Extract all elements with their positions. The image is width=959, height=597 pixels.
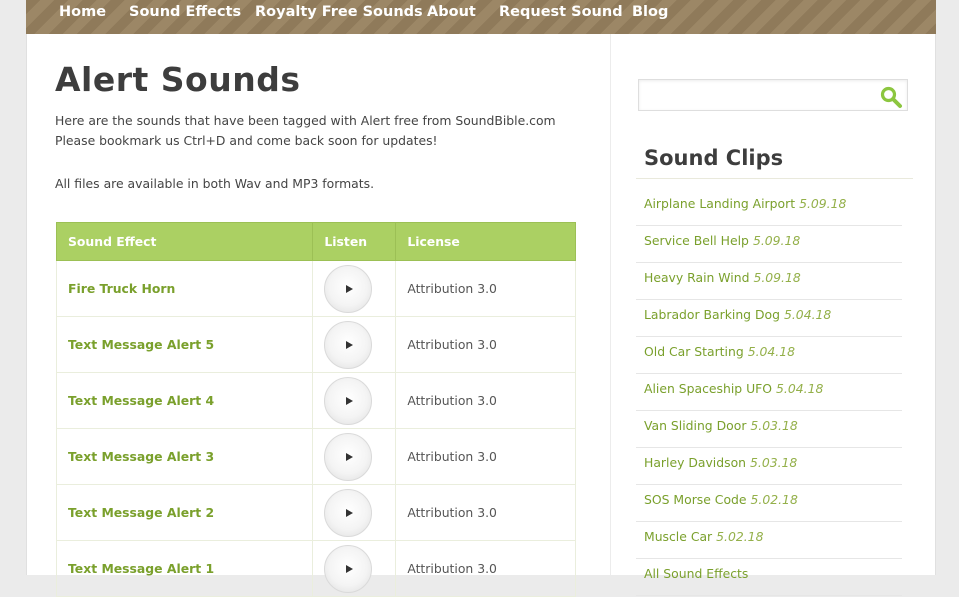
nav-request-sound-link[interactable]: Request Sound bbox=[499, 4, 623, 20]
clip-link[interactable]: Van Sliding Door bbox=[644, 418, 746, 433]
clip-date: 5.04.18 bbox=[747, 344, 796, 359]
license-cell: Attribution 3.0 bbox=[395, 372, 576, 429]
clip-link[interactable]: Service Bell Help bbox=[644, 233, 749, 248]
listen-cell bbox=[312, 428, 397, 485]
list-item: Old Car Starting 5.04.18 bbox=[636, 337, 902, 374]
play-icon bbox=[346, 508, 354, 517]
play-icon bbox=[346, 396, 354, 405]
list-item: Van Sliding Door 5.03.18 bbox=[636, 411, 902, 448]
play-button[interactable] bbox=[324, 264, 373, 313]
play-button[interactable] bbox=[324, 376, 373, 425]
clip-date: 5.03.18 bbox=[750, 418, 798, 433]
clip-date: 5.04.18 bbox=[783, 307, 832, 322]
license-cell: Attribution 3.0 bbox=[395, 260, 576, 317]
sound-name-cell: Text Message Alert 5 bbox=[55, 316, 314, 373]
listen-cell bbox=[312, 540, 397, 597]
clip-date: 5.04.18 bbox=[776, 381, 824, 396]
page-content: Alert Sounds Here are the sounds that ha… bbox=[26, 34, 936, 597]
license-cell: Attribution 3.0 bbox=[395, 540, 576, 597]
heading-underline bbox=[636, 178, 913, 179]
sound-clips-list: Airplane Landing Airport 5.09.18 Service … bbox=[636, 189, 902, 596]
nav-about-link[interactable]: About bbox=[427, 4, 476, 20]
sound-name-cell: Fire Truck Horn bbox=[55, 260, 314, 317]
table-header-row: Sound Effect Listen License bbox=[55, 222, 576, 261]
clip-link[interactable]: SOS Morse Code bbox=[644, 492, 747, 507]
table-row: Text Message Alert 2 Attribution 3.0 bbox=[55, 484, 576, 541]
nav-sound-effects-link[interactable]: Sound Effects bbox=[129, 4, 241, 20]
listen-cell bbox=[312, 260, 397, 317]
clip-link[interactable]: Harley Davidson bbox=[644, 455, 746, 470]
search-input[interactable] bbox=[643, 83, 872, 109]
play-button[interactable] bbox=[324, 432, 373, 481]
play-icon bbox=[346, 452, 354, 461]
list-item: All Sound Effects bbox=[636, 559, 902, 596]
play-icon bbox=[346, 564, 354, 573]
list-item: Airplane Landing Airport 5.09.18 bbox=[636, 189, 902, 226]
play-button[interactable] bbox=[324, 320, 373, 369]
license-cell: Attribution 3.0 bbox=[395, 484, 576, 541]
page-title: Alert Sounds bbox=[55, 60, 301, 99]
table-row: Text Message Alert 5 Attribution 3.0 bbox=[55, 316, 576, 373]
sound-link[interactable]: Text Message Alert 4 bbox=[68, 393, 214, 408]
nav-royalty-free-sounds-link[interactable]: Royalty Free Sounds bbox=[255, 4, 423, 20]
play-icon bbox=[346, 340, 354, 349]
clip-link[interactable]: Airplane Landing Airport bbox=[644, 196, 795, 211]
list-item: Alien Spaceship UFO 5.04.18 bbox=[636, 374, 902, 411]
search-box bbox=[638, 79, 908, 111]
intro-text: Here are the sounds that have been tagge… bbox=[55, 113, 556, 148]
list-item: Muscle Car 5.02.18 bbox=[636, 522, 902, 559]
nav-home-link[interactable]: Home bbox=[59, 4, 106, 20]
clip-date: 5.09.18 bbox=[753, 270, 801, 285]
sound-name-cell: Text Message Alert 2 bbox=[55, 484, 314, 541]
list-item: Heavy Rain Wind 5.09.18 bbox=[636, 263, 902, 300]
top-navigation: Home Sound Effects Royalty Free Sounds A… bbox=[26, 0, 936, 34]
all-sound-effects-link[interactable]: All Sound Effects bbox=[644, 566, 748, 581]
clip-date: 5.09.18 bbox=[752, 233, 801, 248]
sound-link[interactable]: Text Message Alert 2 bbox=[68, 505, 214, 520]
search-icon[interactable] bbox=[879, 85, 903, 109]
column-divider bbox=[610, 34, 611, 575]
sound-name-cell: Text Message Alert 4 bbox=[55, 372, 314, 429]
clip-date: 5.09.18 bbox=[799, 196, 847, 211]
listen-cell bbox=[312, 484, 397, 541]
clip-link[interactable]: Alien Spaceship UFO bbox=[644, 381, 772, 396]
clip-link[interactable]: Muscle Car bbox=[644, 529, 712, 544]
list-item: Service Bell Help 5.09.18 bbox=[636, 226, 902, 263]
table-row: Text Message Alert 4 Attribution 3.0 bbox=[55, 372, 576, 429]
play-icon bbox=[346, 284, 354, 293]
clip-link[interactable]: Heavy Rain Wind bbox=[644, 270, 749, 285]
license-cell: Attribution 3.0 bbox=[395, 316, 576, 373]
table-row: Text Message Alert 3 Attribution 3.0 bbox=[55, 428, 576, 485]
table-row: Text Message Alert 1 Attribution 3.0 bbox=[55, 540, 576, 597]
column-header-license: License bbox=[395, 222, 576, 261]
list-item: Labrador Barking Dog 5.04.18 bbox=[636, 300, 902, 337]
listen-cell bbox=[312, 316, 397, 373]
listen-cell bbox=[312, 372, 397, 429]
sound-clips-heading: Sound Clips bbox=[644, 146, 784, 170]
column-header-sound-effect: Sound Effect bbox=[55, 222, 314, 261]
formats-text: All files are available in both Wav and … bbox=[55, 176, 375, 191]
play-button[interactable] bbox=[324, 488, 373, 537]
clip-date: 5.03.18 bbox=[750, 455, 798, 470]
license-cell: Attribution 3.0 bbox=[395, 428, 576, 485]
table-row: Fire Truck Horn Attribution 3.0 bbox=[55, 260, 576, 317]
sound-link[interactable]: Text Message Alert 5 bbox=[68, 337, 214, 352]
sound-name-cell: Text Message Alert 3 bbox=[55, 428, 314, 485]
list-item: SOS Morse Code 5.02.18 bbox=[636, 485, 902, 522]
column-header-listen: Listen bbox=[312, 222, 397, 261]
list-item: Harley Davidson 5.03.18 bbox=[636, 448, 902, 485]
play-button[interactable] bbox=[324, 544, 373, 593]
nav-blog-link[interactable]: Blog bbox=[632, 4, 668, 20]
sound-link[interactable]: Text Message Alert 1 bbox=[68, 561, 214, 576]
clip-date: 5.02.18 bbox=[750, 492, 798, 507]
sound-name-cell: Text Message Alert 1 bbox=[55, 540, 314, 597]
clip-link[interactable]: Old Car Starting bbox=[644, 344, 744, 359]
clip-link[interactable]: Labrador Barking Dog bbox=[644, 307, 780, 322]
clip-date: 5.02.18 bbox=[716, 529, 764, 544]
sounds-table: Sound Effect Listen License Fire Truck H… bbox=[55, 222, 576, 597]
sound-link[interactable]: Fire Truck Horn bbox=[68, 281, 175, 296]
sound-link[interactable]: Text Message Alert 3 bbox=[68, 449, 214, 464]
